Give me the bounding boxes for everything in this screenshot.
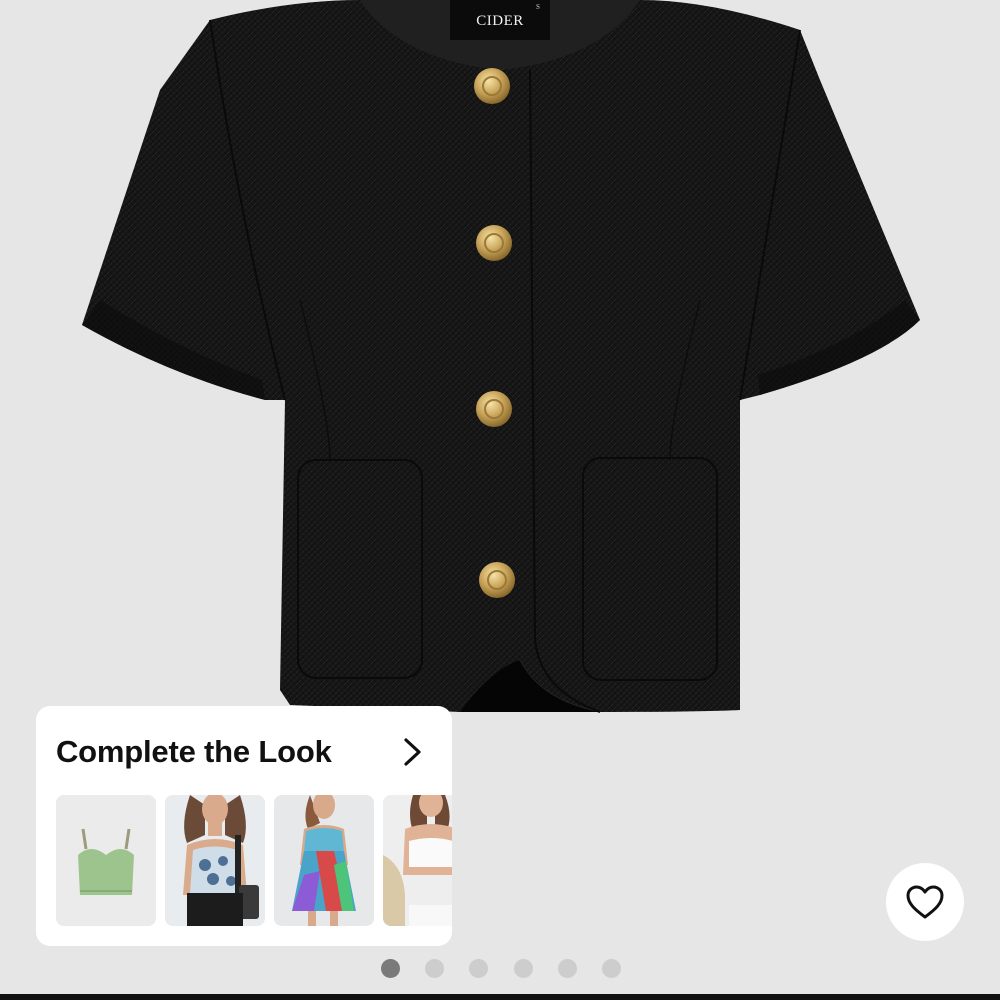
look-item-rainbow-dress[interactable] <box>274 795 374 926</box>
carousel-dot[interactable] <box>602 959 621 978</box>
carousel-dot[interactable] <box>557 959 577 978</box>
brand-label: CIDER S <box>450 0 550 40</box>
white-crop-top-model-image <box>383 795 452 926</box>
floral-top-model-image <box>165 795 265 926</box>
size-label-text: S <box>536 3 541 11</box>
favorite-button[interactable] <box>886 863 964 941</box>
carousel-indicator <box>380 959 640 979</box>
look-item-green-camisole[interactable] <box>56 795 156 926</box>
complete-the-look-title: Complete the Look <box>56 734 332 769</box>
carousel-dot[interactable] <box>425 959 445 978</box>
green-camisole-image <box>56 795 156 926</box>
look-item-white-top[interactable] <box>383 795 452 926</box>
carousel-dot[interactable] <box>513 959 533 978</box>
bottom-edge <box>0 994 1000 1000</box>
brand-label-text: CIDER <box>476 13 524 29</box>
heart-icon <box>906 885 944 919</box>
look-item-floral-top[interactable] <box>165 795 265 926</box>
carousel-dot[interactable] <box>469 959 489 978</box>
complete-the-look-card[interactable]: Complete the Look <box>36 706 452 946</box>
carousel-dot[interactable] <box>381 959 400 978</box>
rainbow-dress-model-image <box>274 795 374 926</box>
chevron-right-icon[interactable] <box>398 734 428 770</box>
look-thumbnails <box>56 795 452 926</box>
